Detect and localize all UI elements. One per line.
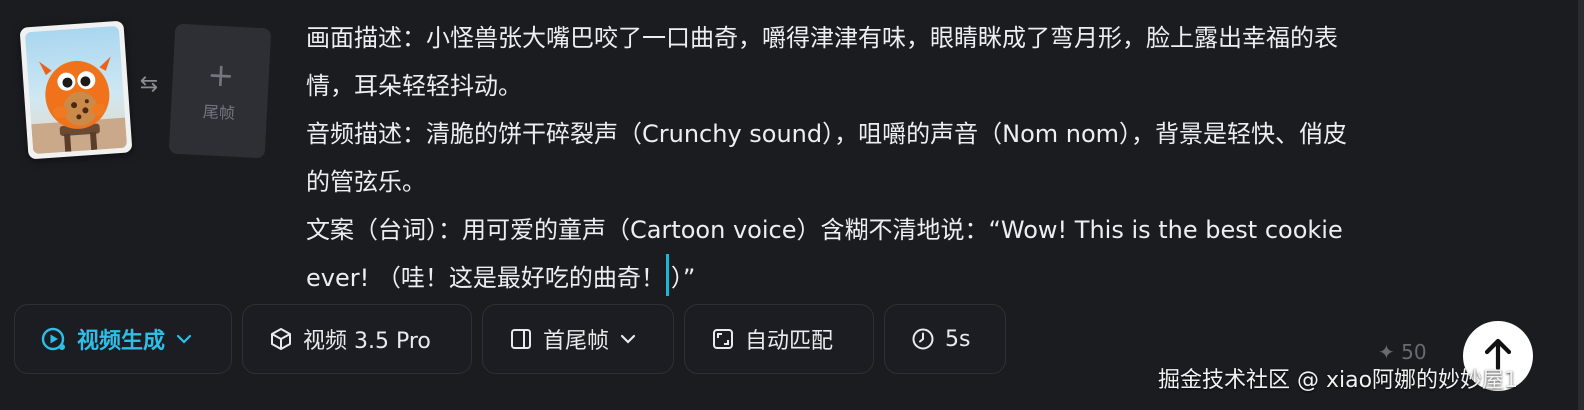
prompt-line: 的管弦乐。 <box>306 168 426 196</box>
mode-label: 视频生成 <box>77 329 166 354</box>
aspect-ratio-button[interactable]: 自动匹配 <box>684 304 874 374</box>
model-label: 视频 3.5 Pro <box>303 329 431 354</box>
prompt-text: ）” <box>670 264 696 292</box>
prompt-textarea[interactable]: 画面描述：小怪兽张大嘴巴咬了一口曲奇，嚼得津津有味，眼睛眯成了弯月形，脸上露出幸… <box>306 14 1526 302</box>
prompt-text: ever! （哇！这是最好吃的曲奇！ <box>306 264 665 292</box>
cube-icon <box>269 327 293 351</box>
aspect-ratio-label: 自动匹配 <box>745 329 834 354</box>
last-frame-upload[interactable]: + 尾帧 <box>168 23 272 159</box>
prompt-line: 情，耳朵轻轻抖动。 <box>306 72 522 100</box>
prompt-line: 画面描述：小怪兽张大嘴巴咬了一口曲奇，嚼得津津有味，眼睛眯成了弯月形，脸上露出幸… <box>306 24 1338 52</box>
prompt-line: 音频描述：清脆的饼干碎裂声（Crunchy sound），咀嚼的声音（Nom n… <box>306 120 1348 148</box>
mode-dropdown[interactable]: 视频生成 <box>14 304 232 374</box>
chevron-down-icon <box>175 330 193 348</box>
prompt-line: ever! （哇！这是最好吃的曲奇！）” <box>306 254 1526 302</box>
watermark: 掘金技术社区 @ xiao阿娜的妙妙屋1 <box>1158 368 1519 393</box>
plus-icon: + <box>206 55 236 95</box>
prompt-line: 文案（台词）：用可爱的童声（Cartoon voice）含糊不清地说：“Wow!… <box>306 216 1343 244</box>
model-selector[interactable]: 视频 3.5 Pro <box>242 304 472 374</box>
generation-toolbar: 视频生成 视频 3.5 Pro 首尾帧 自动匹配 5s <box>14 304 1006 376</box>
chevron-down-icon <box>619 330 637 348</box>
monster-cookie-image <box>24 25 128 155</box>
last-frame-label: 尾帧 <box>202 102 236 123</box>
first-frame-thumbnail[interactable] <box>19 20 133 160</box>
text-cursor <box>665 254 669 296</box>
frame-icon <box>509 327 533 351</box>
credits-cost: ✦ 50 <box>1378 340 1427 364</box>
frame-mode-label: 首尾帧 <box>543 329 610 354</box>
scrollbar-track[interactable] <box>1578 0 1584 410</box>
clock-icon <box>911 327 935 351</box>
video-generate-icon <box>41 326 67 352</box>
aspect-ratio-icon <box>711 327 735 351</box>
duration-button[interactable]: 5s <box>884 304 1006 374</box>
swap-frames-icon[interactable]: ⇆ <box>136 72 162 98</box>
duration-label: 5s <box>945 326 971 352</box>
frame-mode-dropdown[interactable]: 首尾帧 <box>482 304 674 374</box>
